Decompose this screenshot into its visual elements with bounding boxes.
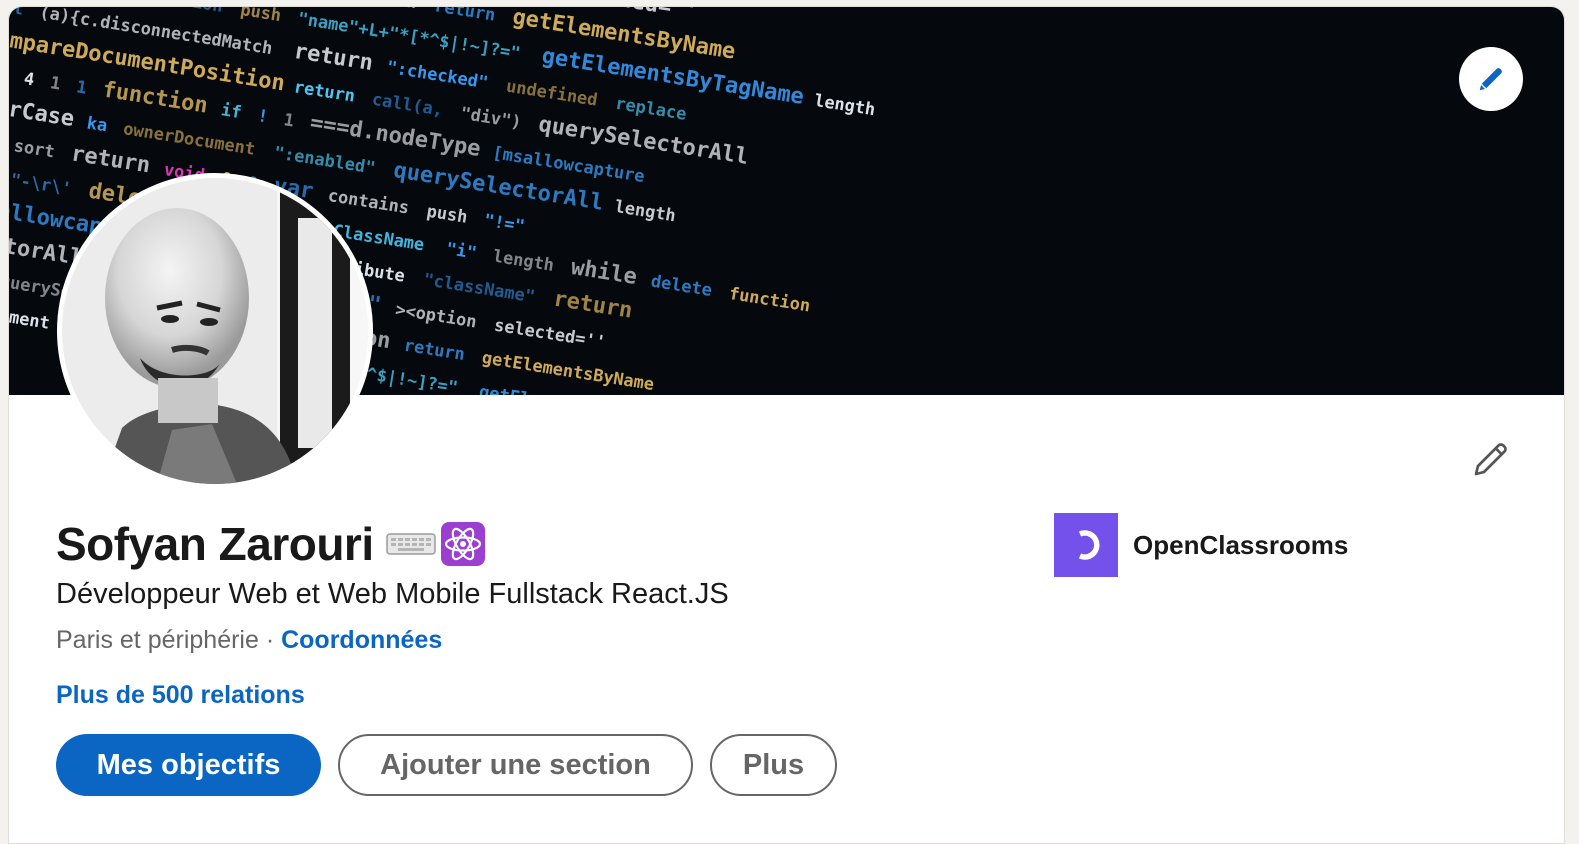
banner-code-token: toLowerCase bbox=[9, 85, 76, 132]
banner-code-token: "className" bbox=[422, 270, 536, 307]
name-row: Sofyan Zarouri bbox=[56, 517, 486, 571]
banner-code-token: length bbox=[613, 197, 677, 226]
banner-code-token: length bbox=[813, 91, 877, 120]
banner-code-token: return bbox=[69, 141, 151, 178]
profile-headline: Développeur Web et Web Mobile Fullstack … bbox=[56, 578, 729, 610]
profile-card: undefined"-\r\'deleteb.getElementsByClas… bbox=[8, 6, 1565, 844]
banner-code-token: 4 bbox=[22, 69, 35, 90]
banner-code-token: return bbox=[402, 336, 466, 365]
banner-code-token: return bbox=[292, 39, 374, 76]
banner-code-token: push bbox=[425, 202, 469, 228]
profile-actions: Mes objectifs Ajouter une section Plus bbox=[56, 734, 837, 796]
banner-code-token: ka bbox=[85, 113, 108, 136]
banner-code-token: return bbox=[552, 287, 634, 324]
avatar-photo bbox=[62, 178, 368, 484]
banner-code-token: ":enabled" bbox=[272, 143, 376, 179]
banner-code-token: 1 bbox=[282, 110, 295, 131]
profile-avatar[interactable] bbox=[57, 173, 373, 489]
current-company[interactable]: OpenClassrooms bbox=[1054, 513, 1348, 577]
banner-code-token: delete bbox=[650, 272, 714, 301]
location-row: Paris et périphérie · Coordonnées bbox=[56, 626, 442, 655]
pencil-icon bbox=[1474, 443, 1507, 476]
name-emojis bbox=[385, 521, 486, 567]
company-name: OpenClassrooms bbox=[1133, 529, 1349, 560]
banner-code-token: length bbox=[491, 247, 555, 276]
banner-code-token: "-\r\' bbox=[9, 170, 73, 199]
banner-code-token: "div") bbox=[459, 104, 523, 133]
atom-symbol-emoji bbox=[440, 522, 485, 566]
banner-code-token: replace bbox=[614, 94, 688, 125]
banner-code-token: selected='' bbox=[493, 316, 607, 353]
connections-link[interactable]: Plus de 500 relations bbox=[56, 681, 305, 710]
profile-name: Sofyan Zarouri bbox=[56, 518, 374, 570]
banner-code-token: if bbox=[220, 100, 243, 123]
banner-code-token: 0 bbox=[9, 61, 11, 88]
openclassrooms-logo-icon bbox=[1078, 530, 1100, 560]
banner-code-token: 1 bbox=[75, 77, 88, 98]
contact-info-link[interactable]: Coordonnées bbox=[281, 626, 442, 654]
profile-location: Paris et périphérie bbox=[56, 626, 259, 654]
banner-edit-button[interactable] bbox=[1459, 47, 1523, 111]
banner-code-token: ><option bbox=[394, 300, 478, 333]
banner-code-token: undefined bbox=[505, 77, 599, 111]
company-logo bbox=[1054, 513, 1118, 577]
banner-code-token: ":checked" bbox=[385, 58, 489, 94]
banner-code-token: contains bbox=[326, 186, 410, 219]
banner-code-token: function bbox=[101, 77, 210, 118]
banner-code-token: t bbox=[12, 7, 25, 20]
goals-button[interactable]: Mes objectifs bbox=[56, 734, 321, 796]
banner-code-token: return bbox=[293, 77, 357, 106]
keyboard-emoji bbox=[385, 533, 436, 555]
banner-code-token: return bbox=[433, 7, 497, 26]
banner-code-token: function bbox=[334, 7, 418, 13]
more-button[interactable]: Plus bbox=[710, 734, 837, 796]
banner-code-token: function bbox=[728, 284, 812, 317]
location-separator: · bbox=[258, 626, 282, 654]
banner-code-token: "i" bbox=[445, 239, 478, 264]
banner-code-token: push bbox=[239, 7, 283, 26]
banner-code-token: function bbox=[140, 7, 224, 17]
banner-code-token: "!=" bbox=[482, 211, 526, 237]
add-section-button[interactable]: Ajouter une section bbox=[338, 734, 693, 796]
banner-code-token: 1 bbox=[49, 73, 62, 94]
banner-code-token: while bbox=[569, 255, 638, 290]
banner-code-token: sort bbox=[12, 136, 56, 162]
pencil-icon bbox=[1479, 68, 1502, 91]
banner-code-token: call(a, bbox=[371, 90, 445, 121]
banner-code-token: ! bbox=[256, 106, 269, 127]
profile-edit-button[interactable] bbox=[1469, 437, 1513, 481]
